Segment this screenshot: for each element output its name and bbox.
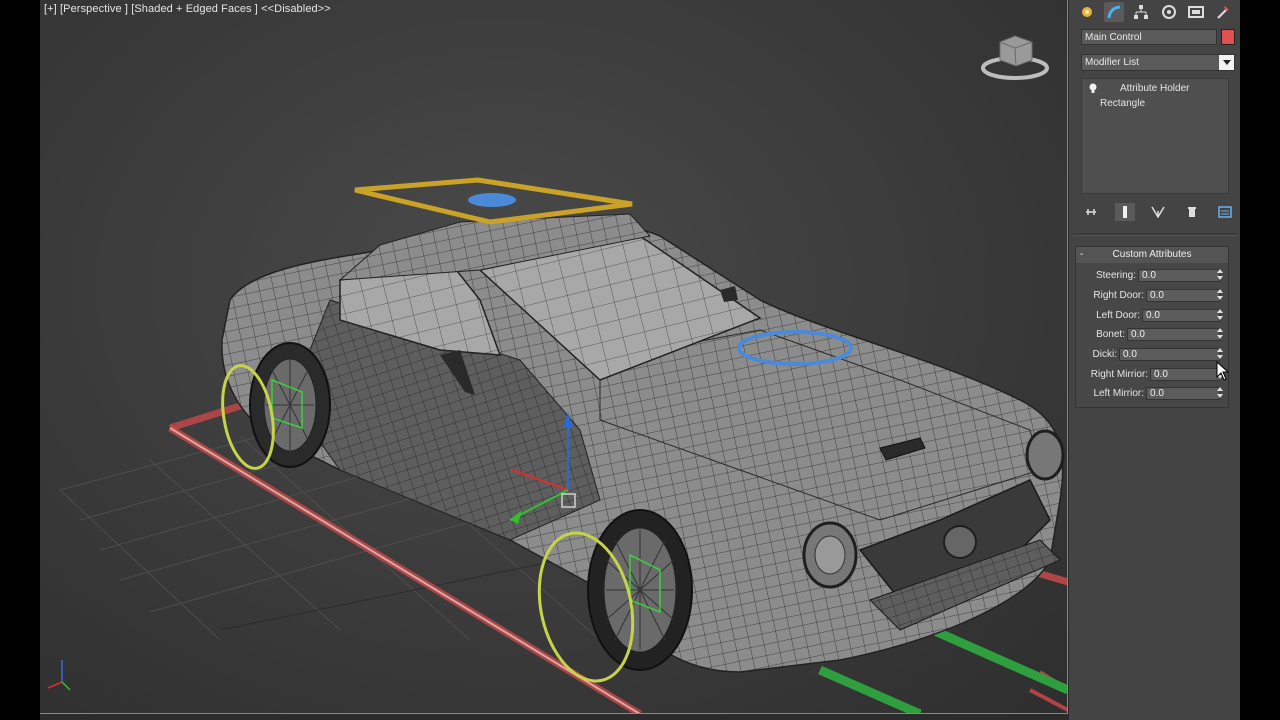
rollout-collapse-icon: - xyxy=(1080,249,1084,260)
attr-row-left-mirrior: Left Mirrior: 0.0 xyxy=(1076,386,1228,402)
object-color-swatch[interactable] xyxy=(1221,29,1235,45)
spinner-arrows-icon[interactable] xyxy=(1216,268,1224,402)
right-mirrior-spinner[interactable]: 0.0 xyxy=(1150,368,1220,381)
dicki-label: Dicki: xyxy=(1092,349,1117,360)
custom-attributes-header[interactable]: Custom Attributes - xyxy=(1076,247,1228,263)
chevron-down-icon xyxy=(1222,59,1231,65)
bonet-spinner[interactable]: 0.0 xyxy=(1127,328,1220,341)
right-mirrior-label: Right Mirrior: xyxy=(1090,369,1148,380)
modifier-stack-toolbar xyxy=(1081,202,1235,222)
pin-icon xyxy=(1086,209,1096,215)
attr-row-left-door: Left Door: 0.0 xyxy=(1076,308,1228,324)
custom-attributes-rollout: Custom Attributes - Steering: 0.0 Right … xyxy=(1075,246,1229,408)
pin-stack-button[interactable] xyxy=(1081,203,1101,221)
viewport-disabled-label[interactable]: <<Disabled>> xyxy=(261,3,331,15)
bonet-label: Bonet: xyxy=(1096,329,1125,340)
stack-item-rectangle[interactable]: Rectangle xyxy=(1100,98,1145,109)
modify-tab[interactable] xyxy=(1103,2,1124,22)
viewcube-icon[interactable] xyxy=(980,30,1050,82)
steering-label: Steering: xyxy=(1095,270,1136,281)
hierarchy-tab[interactable] xyxy=(1131,2,1151,22)
letterbox-right xyxy=(1240,0,1280,720)
letterbox-left xyxy=(0,0,40,720)
spinner-arrows-column xyxy=(1216,268,1224,402)
utilities-tab-icon xyxy=(1217,6,1230,19)
display-tab[interactable] xyxy=(1186,2,1206,22)
show-end-result-button[interactable] xyxy=(1114,203,1135,221)
stack-item-attribute-holder[interactable]: Attribute Holder xyxy=(1120,83,1189,94)
attr-row-right-mirrior: Right Mirrior: 0.0 xyxy=(1076,367,1228,383)
panel-divider xyxy=(1073,233,1237,236)
trash-icon xyxy=(1187,207,1196,217)
modifier-stack[interactable]: Attribute Holder Rectangle xyxy=(1081,78,1229,194)
viewport-general-menu[interactable]: [+] xyxy=(44,3,57,15)
steering-spinner[interactable]: 0.0 xyxy=(1138,269,1220,282)
attr-row-dicki: Dicki: 0.0 xyxy=(1076,347,1228,363)
viewport-point-of-view-menu[interactable]: [Perspective ] xyxy=(60,3,128,15)
modifier-list-dropdown[interactable]: Modifier List xyxy=(1081,54,1235,71)
make-unique-icon xyxy=(1151,206,1165,218)
command-panel: Main Control Modifier List Attribute Hol… xyxy=(1068,0,1240,720)
world-axis-tripod xyxy=(47,660,71,691)
attr-row-steering: Steering: 0.0 xyxy=(1076,268,1228,284)
right-door-label: Right Door: xyxy=(1093,290,1144,301)
dicki-spinner[interactable]: 0.0 xyxy=(1119,348,1220,361)
perspective-viewport[interactable]: [+] [Perspective ] [Shaded + Edged Faces… xyxy=(40,0,1068,714)
command-panel-tabs xyxy=(1073,1,1237,23)
create-tab[interactable] xyxy=(1077,2,1097,22)
show-end-result-icon xyxy=(1122,206,1127,218)
hierarchy-tab-icon xyxy=(1134,5,1149,19)
object-name-field[interactable]: Main Control xyxy=(1081,29,1217,45)
modifier-list-label: Modifier List xyxy=(1085,57,1139,68)
display-tab-icon xyxy=(1187,6,1204,18)
modifier-list-dropdown-button[interactable] xyxy=(1219,55,1234,70)
motion-tab[interactable] xyxy=(1159,2,1179,22)
utilities-tab[interactable] xyxy=(1213,2,1233,22)
viewport-label: [+] [Perspective ] [Shaded + Edged Faces… xyxy=(44,3,331,15)
configure-modifier-sets-button[interactable] xyxy=(1215,203,1235,221)
left-mirrior-spinner[interactable]: 0.0 xyxy=(1146,387,1220,400)
viewport-shading-menu[interactable]: [Shaded + Edged Faces ] xyxy=(131,3,258,15)
right-door-spinner[interactable]: 0.0 xyxy=(1146,289,1220,302)
attr-row-right-door: Right Door: 0.0 xyxy=(1076,288,1228,304)
modify-tab-icon xyxy=(1107,5,1121,19)
make-unique-button[interactable] xyxy=(1148,203,1168,221)
scene-render[interactable] xyxy=(40,0,1068,714)
lightbulb-icon[interactable] xyxy=(1088,83,1098,95)
left-mirrior-label: Left Mirrior: xyxy=(1093,388,1144,399)
attr-row-bonet: Bonet: 0.0 xyxy=(1076,327,1228,343)
left-door-label: Left Door: xyxy=(1096,310,1140,321)
status-bar xyxy=(40,714,1068,720)
mouse-cursor-icon xyxy=(1216,361,1230,381)
left-door-spinner[interactable]: 0.0 xyxy=(1142,309,1220,322)
custom-attributes-title: Custom Attributes xyxy=(1112,249,1192,260)
remove-modifier-button[interactable] xyxy=(1182,203,1202,221)
configure-sets-icon xyxy=(1218,206,1232,218)
motion-tab-icon xyxy=(1161,5,1176,19)
create-tab-icon xyxy=(1081,7,1092,17)
